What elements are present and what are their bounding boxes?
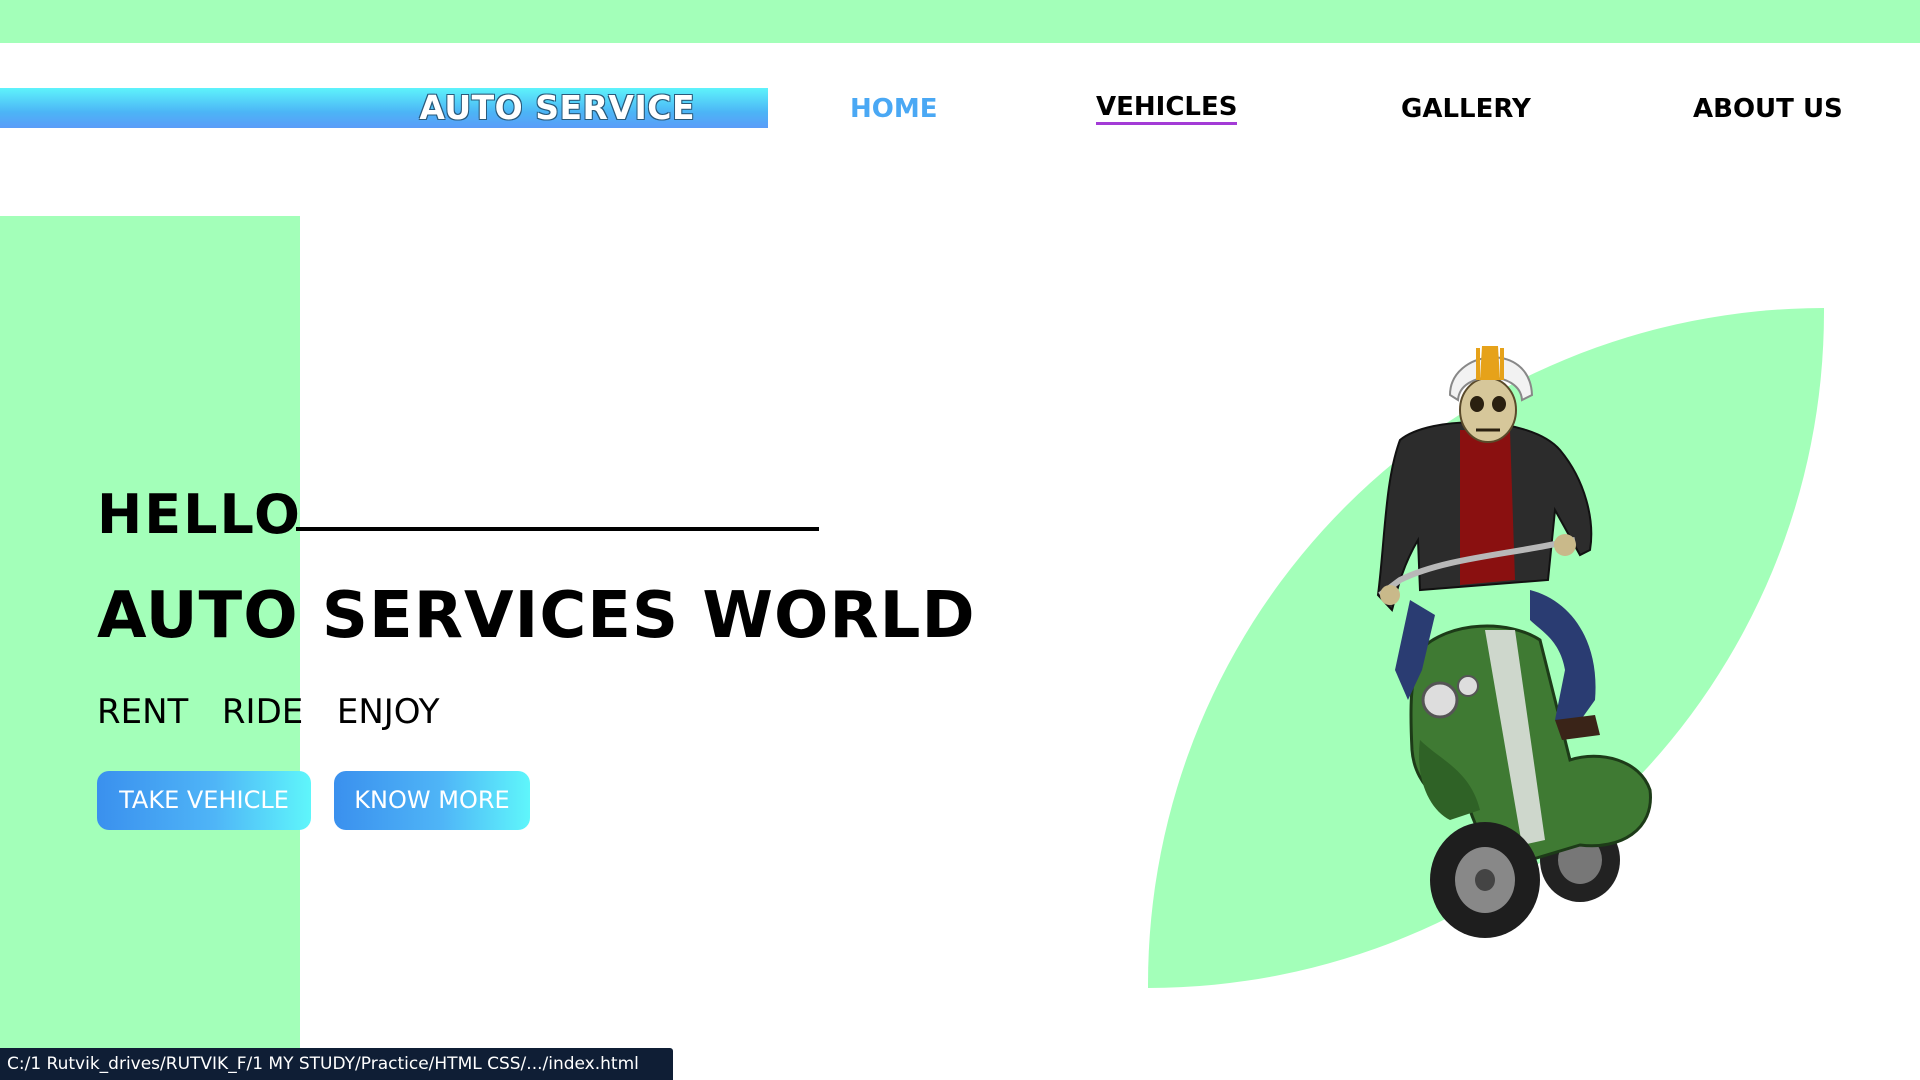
site-header: AUTO SERVICE HOME VEHICLES GALLERY ABOUT… (0, 43, 1920, 173)
hero-title: AUTO SERVICES WORLD (97, 579, 976, 653)
skeleton-rider-scooter-icon (1376, 346, 1652, 938)
browser-status-url: C:/1 Rutvik_drives/RUTVIK_F/1 MY STUDY/P… (0, 1048, 673, 1080)
logo-text: AUTO SERVICE (419, 88, 695, 127)
top-accent-strip (0, 0, 1920, 43)
nav-gallery[interactable]: GALLERY (1401, 93, 1531, 125)
know-more-button[interactable]: KNOW MORE (334, 771, 530, 830)
nav-home[interactable]: HOME (850, 93, 938, 125)
take-vehicle-button[interactable]: TAKE VEHICLE (97, 771, 311, 830)
hero-tagline: RENT RIDE ENJOY (97, 692, 440, 732)
hello-underline (296, 527, 819, 531)
hero-hello: HELLO (97, 483, 302, 546)
page: AUTO SERVICE HOME VEHICLES GALLERY ABOUT… (0, 0, 1920, 1080)
logo-banner[interactable]: AUTO SERVICE (0, 88, 768, 128)
nav-about-us[interactable]: ABOUT US (1693, 93, 1843, 125)
nav-vehicles[interactable]: VEHICLES (1096, 93, 1238, 125)
